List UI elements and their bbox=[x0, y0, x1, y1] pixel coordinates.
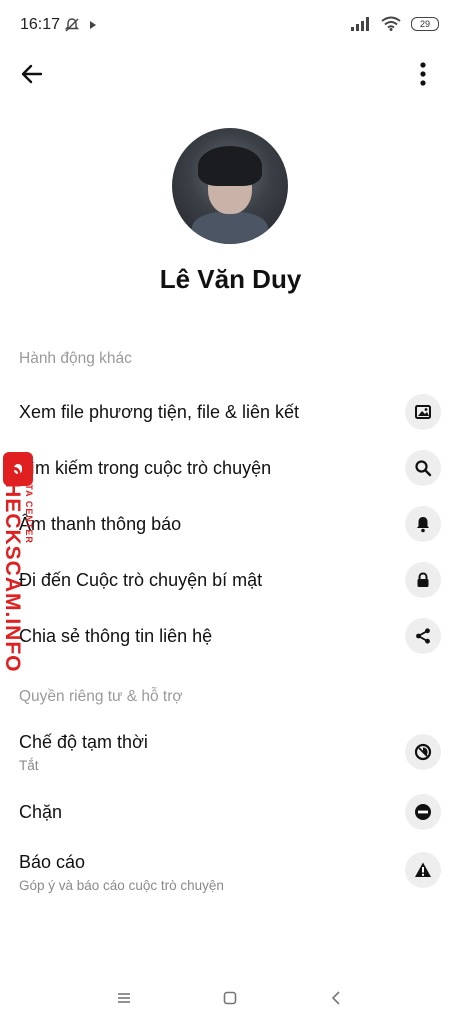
arrow-left-icon bbox=[21, 64, 43, 84]
row-sublabel: Tắt bbox=[19, 758, 39, 773]
back-nav-button[interactable] bbox=[322, 984, 350, 1012]
watermark-sub-text: DATA CENTER bbox=[24, 470, 34, 544]
row-label: Đi đến Cuộc trò chuyện bí mật bbox=[19, 570, 263, 590]
bell-icon bbox=[405, 506, 441, 542]
back-button[interactable] bbox=[16, 58, 48, 90]
search-icon bbox=[405, 450, 441, 486]
block-item[interactable]: Chặn bbox=[0, 784, 461, 840]
square-icon bbox=[223, 991, 237, 1005]
vanish-mode-item[interactable]: Chế độ tạm thời Tắt bbox=[0, 724, 461, 780]
watermark: DATA CENTER CHECKSCAM.INFO bbox=[0, 452, 44, 682]
status-time: 16:17 bbox=[20, 16, 61, 33]
bell-off-icon bbox=[64, 18, 80, 32]
menu-icon bbox=[118, 993, 130, 1003]
timer-icon bbox=[405, 734, 441, 770]
more-options-button[interactable] bbox=[411, 58, 435, 90]
section-header-more-actions: Hành động khác bbox=[19, 350, 132, 367]
share-contact-item[interactable]: Chia sẻ thông tin liên hệ bbox=[0, 608, 461, 664]
section-header-privacy-support: Quyền riêng tư & hỗ trợ bbox=[19, 688, 183, 705]
play-icon bbox=[90, 21, 96, 29]
secret-conversation-item[interactable]: Đi đến Cuộc trò chuyện bí mật bbox=[0, 552, 461, 608]
share-icon bbox=[405, 618, 441, 654]
warning-icon bbox=[405, 852, 441, 888]
home-button[interactable] bbox=[216, 984, 244, 1012]
battery-indicator: 29 bbox=[411, 16, 439, 31]
row-label: Xem file phương tiện, file & liên kết bbox=[19, 402, 299, 422]
row-label: Tìm kiếm trong cuộc trò chuyện bbox=[19, 458, 272, 478]
more-vertical-icon bbox=[420, 62, 426, 86]
avatar[interactable] bbox=[172, 128, 288, 244]
system-nav-bar bbox=[0, 970, 461, 1024]
notification-sound-item[interactable]: Âm thanh thông báo bbox=[0, 496, 461, 552]
search-conversation-item[interactable]: Tìm kiếm trong cuộc trò chuyện bbox=[0, 440, 461, 496]
recents-button[interactable] bbox=[110, 984, 138, 1012]
status-bar: 16:17 29 bbox=[0, 0, 461, 52]
row-label: Báo cáo bbox=[19, 852, 86, 872]
watermark-text: CHECKSCAM.INFO bbox=[1, 466, 24, 673]
block-icon bbox=[405, 794, 441, 830]
signal-icon bbox=[351, 16, 369, 31]
chevron-left-icon bbox=[331, 991, 340, 1005]
row-label: Chế độ tạm thời bbox=[19, 732, 148, 752]
image-icon bbox=[405, 394, 441, 430]
row-label: Chia sẻ thông tin liên hệ bbox=[19, 626, 213, 646]
wifi-icon bbox=[381, 16, 401, 31]
row-sublabel: Góp ý và báo cáo cuộc trò chuyện bbox=[19, 878, 224, 893]
lock-icon bbox=[405, 562, 441, 598]
profile-name: Lê Văn Duy bbox=[159, 264, 302, 294]
media-files-links-item[interactable]: Xem file phương tiện, file & liên kết bbox=[0, 384, 461, 440]
top-bar bbox=[0, 52, 461, 96]
row-label: Chặn bbox=[19, 802, 63, 822]
report-item[interactable]: Báo cáo Góp ý và báo cáo cuộc trò chuyện bbox=[0, 844, 461, 900]
